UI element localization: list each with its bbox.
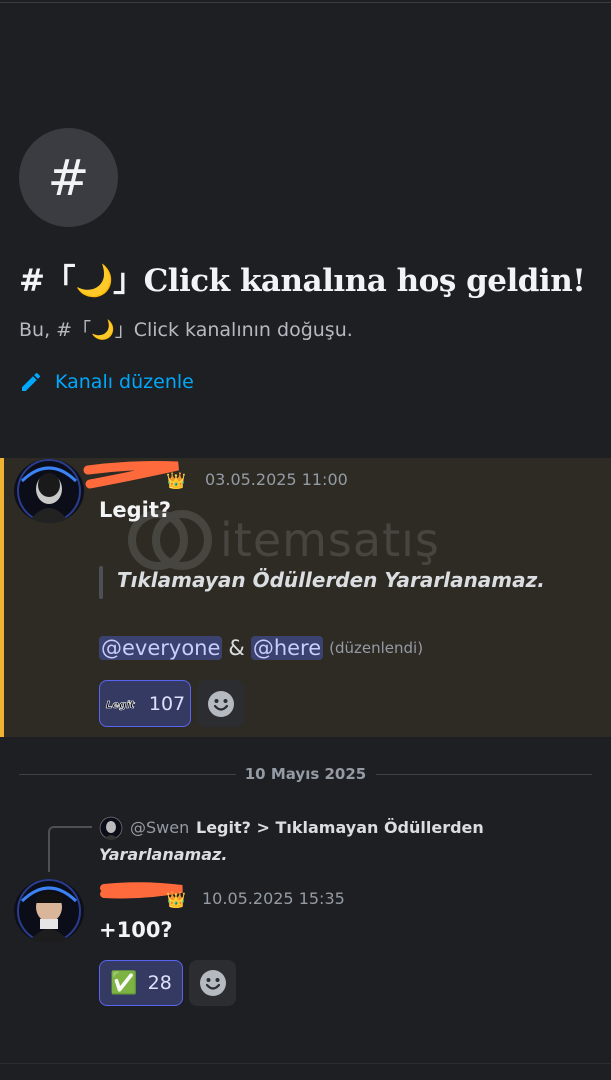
channel-hash-icon: # bbox=[19, 128, 118, 227]
pencil-icon bbox=[22, 372, 41, 391]
avatar-image bbox=[17, 879, 81, 943]
reply-preview-cont[interactable]: Yararlanamaz. bbox=[99, 845, 227, 864]
message-title: Legit? bbox=[99, 498, 172, 522]
reaction-check[interactable]: ✅ 28 bbox=[99, 960, 183, 1006]
message-text: +100? bbox=[99, 918, 173, 942]
user-avatar[interactable] bbox=[14, 459, 84, 523]
smiley-icon bbox=[199, 970, 226, 996]
check-emoji-icon: ✅ bbox=[110, 970, 138, 996]
watermark-text: itemsatış bbox=[220, 513, 440, 567]
reply-avatar[interactable] bbox=[99, 816, 123, 840]
hash-glyph: # bbox=[47, 148, 90, 207]
add-reaction-button[interactable] bbox=[197, 680, 244, 727]
date-divider-label: 10 Mayıs 2025 bbox=[244, 765, 367, 783]
reply-username[interactable]: @Swen bbox=[130, 818, 189, 837]
mentions-line: @everyone & @here (düzenlendi) bbox=[99, 636, 423, 660]
crown-icon: 👑 bbox=[166, 471, 186, 490]
reaction-count: 107 bbox=[148, 692, 186, 715]
blockquote-text: Tıklamayan Ödüllerden Yararlanamaz. bbox=[117, 568, 545, 592]
crown-icon: 👑 bbox=[166, 890, 186, 909]
mention-everyone[interactable]: @everyone bbox=[99, 636, 223, 660]
user-avatar[interactable] bbox=[14, 879, 84, 943]
legit-emoji-icon: Legit bbox=[106, 699, 136, 711]
reaction-count: 28 bbox=[147, 972, 172, 994]
mention-here[interactable]: @here bbox=[250, 636, 324, 660]
add-reaction-button[interactable] bbox=[189, 960, 236, 1006]
message-timestamp: 03.05.2025 11:00 bbox=[205, 470, 348, 489]
blockquote-bar bbox=[99, 566, 103, 599]
welcome-title: #「🌙」Click kanalına hoş geldin! bbox=[19, 263, 586, 299]
edit-channel-button[interactable]: Kanalı düzenle bbox=[19, 370, 194, 394]
svg-text:Legit: Legit bbox=[106, 700, 136, 711]
reply-avatar-image bbox=[99, 816, 123, 840]
bottom-divider bbox=[0, 1063, 611, 1064]
message-highlight bbox=[0, 458, 611, 737]
ampersand-text: & bbox=[228, 636, 245, 660]
reaction-legit[interactable]: Legit 107 bbox=[99, 680, 191, 727]
top-divider bbox=[0, 2, 611, 3]
reply-preview[interactable]: Legit? > Tıklamayan Ödüllerden bbox=[196, 818, 484, 837]
watermark: itemsatış bbox=[128, 510, 440, 570]
mention-highlight-bar bbox=[0, 458, 4, 737]
smiley-icon bbox=[207, 690, 234, 717]
reply-connector bbox=[48, 826, 92, 872]
edit-channel-label: Kanalı düzenle bbox=[55, 371, 194, 393]
edited-label: (düzenlendi) bbox=[329, 639, 424, 657]
welcome-subtitle: Bu, #「🌙」Click kanalının doğuşu. bbox=[19, 319, 353, 341]
avatar-image bbox=[17, 459, 81, 523]
message-timestamp: 10.05.2025 15:35 bbox=[202, 889, 345, 908]
